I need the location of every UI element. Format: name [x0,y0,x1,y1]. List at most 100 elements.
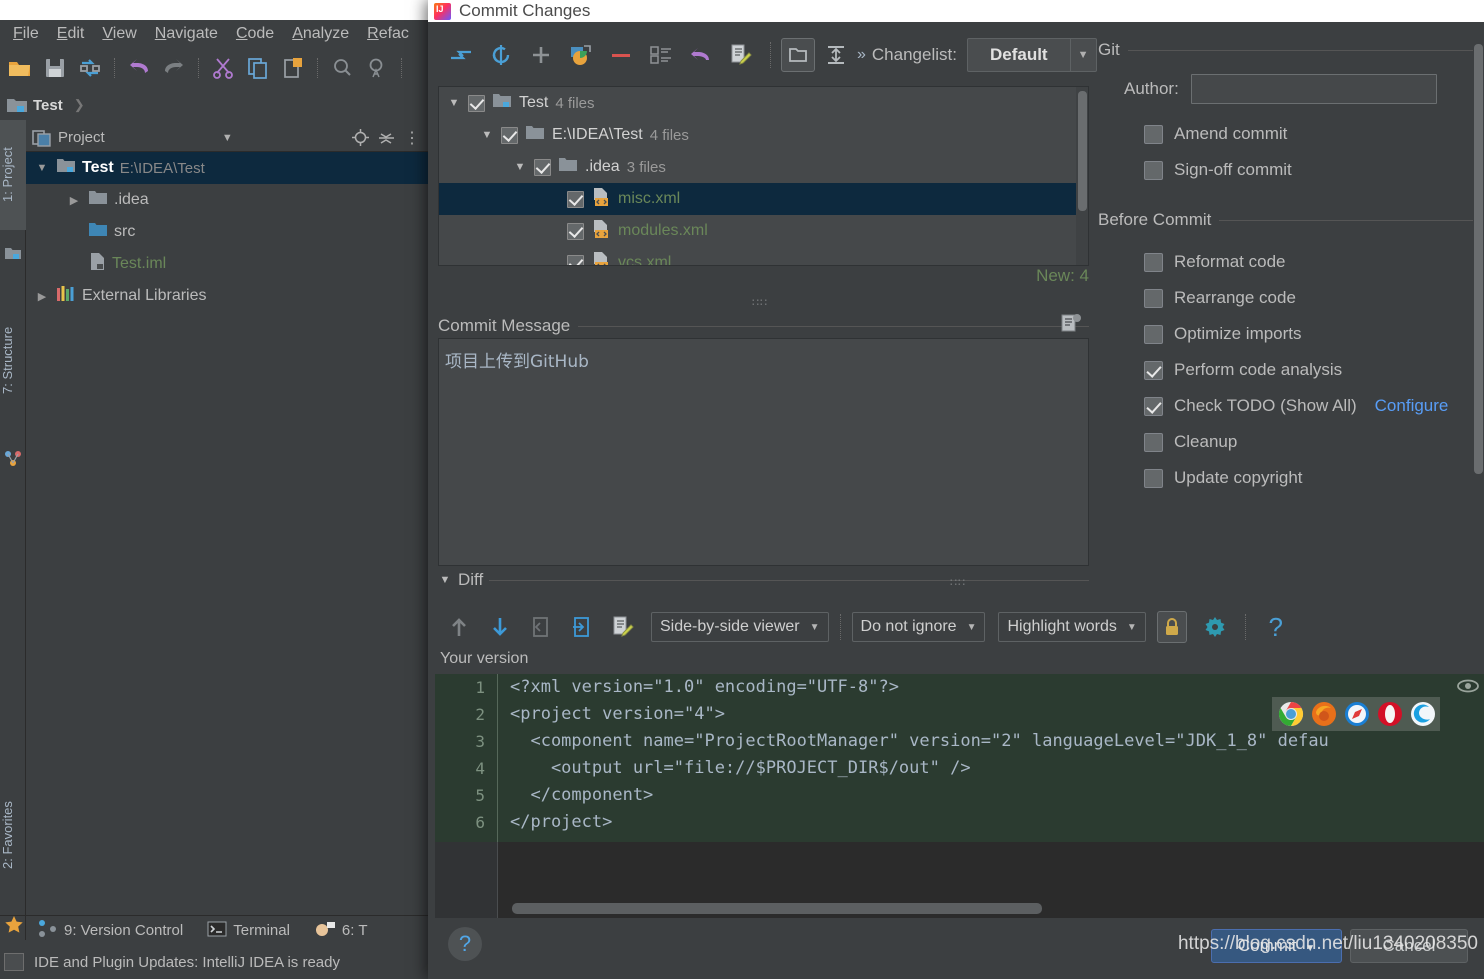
checkbox-list-icon[interactable] [642,38,680,72]
expand-triangle-icon[interactable]: ▼ [447,97,461,109]
locate-icon[interactable] [350,128,370,148]
expand-triangle-icon[interactable]: ▼ [480,129,494,141]
files-scrollbar[interactable] [1076,87,1088,265]
option-checkbox[interactable] [1144,160,1163,180]
chevron-down-icon[interactable]: ▼ [1069,39,1096,71]
search-icon[interactable] [326,53,358,83]
eye-icon[interactable] [1456,674,1480,698]
commit-message-history-icon[interactable] [1060,312,1082,334]
save-all-icon[interactable] [39,53,71,83]
chevron-down-icon[interactable]: ▼ [967,622,977,633]
status-bar-item[interactable]: 9: Version Control [38,919,183,942]
file-checkbox[interactable] [567,190,584,208]
menu-item-edit[interactable]: Edit [48,23,94,45]
prev-difference-icon[interactable] [440,610,478,644]
chevron-down-icon[interactable]: ▼ [217,128,237,148]
option-checkbox[interactable] [1144,288,1163,308]
next-difference-icon[interactable] [481,610,519,644]
diff-horizontal-scrollbar[interactable] [512,903,1042,914]
option-checkbox[interactable] [1144,396,1163,416]
file-checkbox[interactable] [567,222,584,240]
project-tree-item[interactable]: src [26,216,428,248]
menu-item-file[interactable]: File [4,23,48,45]
status-bar-item[interactable]: Terminal [207,920,290,942]
option-row[interactable]: Check TODO (Show All) Configure [1098,388,1484,424]
option-row[interactable]: Reformat code [1098,244,1484,280]
highlight-mode-combobox[interactable]: Highlight words ▼ [998,612,1146,642]
diff-splitter-grip[interactable]: ∷∷ [950,576,966,589]
search-structurally-icon[interactable] [361,53,393,83]
expand-collapse-icon[interactable] [817,38,855,72]
changed-file-row[interactable]: ▼ Test 4 files [439,87,1088,119]
changed-file-row[interactable]: ▼ E:\IDEA\Test 4 files [439,119,1088,151]
expand-triangle-icon[interactable]: ▶ [34,290,50,303]
rail-tab-project[interactable]: 1: Project [0,120,26,230]
changelist-combobox[interactable]: Default ▼ [966,38,1097,72]
read-only-lock-icon[interactable] [1156,611,1187,643]
redo-icon[interactable] [158,53,190,83]
rail-tab-structure[interactable]: 7: Structure [0,290,26,430]
option-row[interactable]: Cleanup [1098,424,1484,460]
option-checkbox[interactable] [1144,252,1163,272]
file-checkbox[interactable] [468,94,485,112]
menu-item-code[interactable]: Code [227,23,283,45]
changed-file-row[interactable]: ▼ .idea 3 files [439,151,1088,183]
viewer-mode-combobox[interactable]: Side-by-side viewer ▼ [651,612,829,642]
project-tree-item[interactable]: ▶ .idea [26,184,428,216]
option-row[interactable]: Sign-off commit [1098,152,1484,188]
project-tree-item[interactable]: Test.iml [26,248,428,280]
project-tree-item[interactable]: ▶ External Libraries [26,280,428,312]
menu-item-analyze[interactable]: Analyze [283,23,358,45]
option-checkbox[interactable] [1144,468,1163,488]
move-to-changelist-icon[interactable] [562,38,600,72]
add-icon[interactable] [522,38,560,72]
expand-triangle-icon[interactable]: ▼ [513,161,527,173]
options-scrollbar[interactable] [1473,44,1484,484]
sync-icon[interactable] [74,53,106,83]
rail-tab-favorites[interactable]: 2: Favorites [0,760,26,910]
file-checkbox[interactable] [534,158,551,176]
option-row[interactable]: Optimize imports [1098,316,1484,352]
menu-item-refac[interactable]: Refac [358,23,418,45]
chevron-down-icon[interactable]: ▼ [810,622,820,633]
paste-icon[interactable] [277,53,309,83]
file-checkbox[interactable] [567,254,584,265]
edit-source-icon[interactable] [604,610,642,644]
edge-icon[interactable] [1410,701,1436,727]
chevron-down-icon[interactable]: ▼ [1127,622,1137,633]
safari-icon[interactable] [1344,701,1370,727]
status-bar-item[interactable]: 6: T [314,920,368,942]
option-checkbox[interactable] [1144,432,1163,452]
delete-icon[interactable] [602,38,640,72]
option-checkbox[interactable] [1144,360,1163,380]
apply-change-icon[interactable] [563,610,601,644]
option-checkbox[interactable] [1144,124,1163,144]
cut-icon[interactable] [207,53,239,83]
splitter-grip[interactable]: ∷∷ [752,296,768,309]
author-input[interactable] [1190,74,1437,104]
option-row[interactable]: Amend commit [1098,116,1484,152]
changed-file-row[interactable]: vcs.xml [439,247,1088,265]
gear-icon[interactable] [1196,610,1234,644]
option-row[interactable]: Rearrange code [1098,280,1484,316]
undo-icon[interactable] [123,53,155,83]
expand-triangle-icon[interactable]: ▼ [34,162,50,174]
option-checkbox[interactable] [1144,324,1163,344]
expand-changelist-chevron-icon[interactable]: » [857,46,866,64]
option-row[interactable]: Update copyright [1098,460,1484,496]
changed-file-row[interactable]: modules.xml [439,215,1088,247]
menu-item-view[interactable]: View [93,23,145,45]
files-scrollbar-thumb[interactable] [1078,91,1087,211]
opera-icon[interactable] [1377,701,1403,727]
collapse-all-icon[interactable] [376,128,396,148]
diff-legend[interactable]: ▼ Diff [438,570,1089,590]
group-by-directory-icon[interactable] [781,38,815,72]
refresh-icon[interactable] [482,38,520,72]
commit-message-input[interactable]: 项目上传到GitHub [438,338,1089,566]
file-checkbox[interactable] [501,126,518,144]
revert-change-icon[interactable] [522,610,560,644]
firefox-icon[interactable] [1311,701,1337,727]
collapse-triangle-icon[interactable]: ▼ [438,574,452,586]
chrome-icon[interactable] [1278,701,1304,727]
expand-triangle-icon[interactable]: ▶ [66,194,82,207]
